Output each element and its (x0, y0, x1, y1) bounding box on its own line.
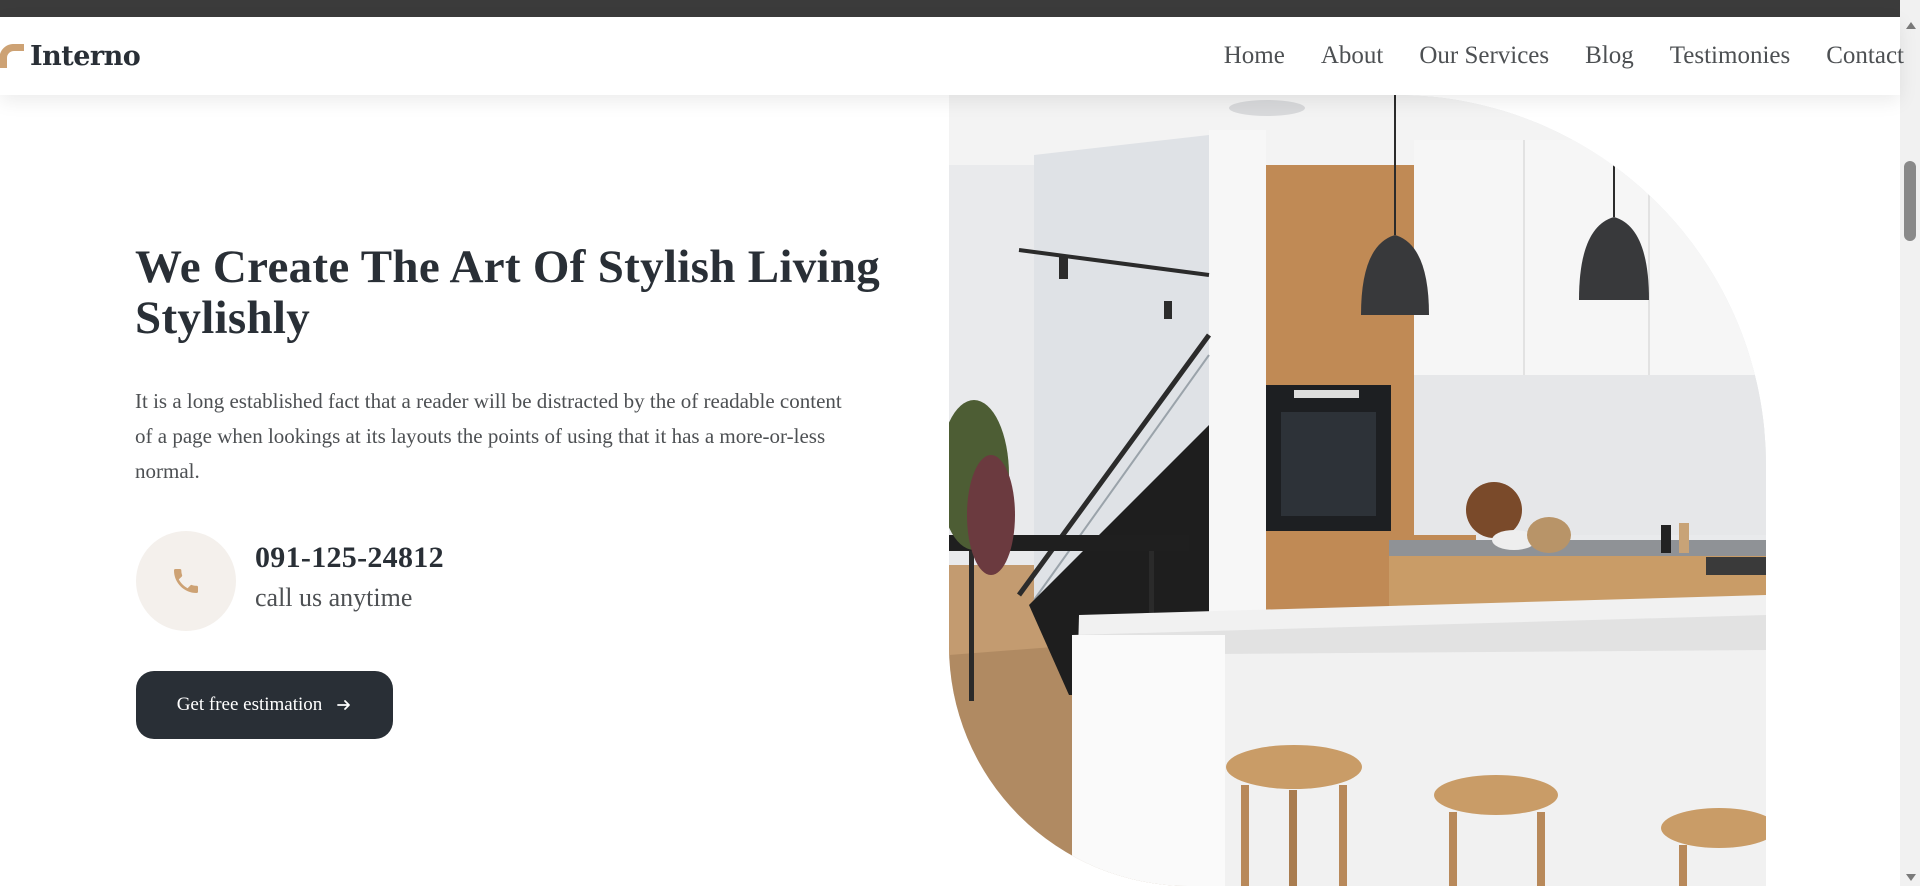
phone-icon (174, 569, 198, 593)
arrow-right-icon (337, 700, 351, 710)
phone-caption: call us anytime (255, 583, 413, 612)
nav-home[interactable]: Home (1224, 42, 1285, 70)
scroll-down-icon[interactable] (1906, 874, 1916, 881)
hero-title: We Create The Art Of Stylish Living Styl… (135, 241, 881, 344)
phone-icon-badge[interactable] (136, 531, 236, 631)
scroll-up-icon[interactable] (1906, 22, 1916, 29)
main-nav: Home About Our Services Blog Testimonies… (1224, 17, 1904, 95)
top-navbar: Interno Home About Our Services Blog Tes… (0, 17, 1904, 95)
hero-description: It is a long established fact that a rea… (135, 389, 842, 483)
nav-testimonies[interactable]: Testimonies (1670, 42, 1790, 70)
nav-about[interactable]: About (1321, 42, 1384, 70)
nav-contact[interactable]: Contact (1826, 42, 1904, 70)
phone-number[interactable]: 091-125-24812 (255, 541, 444, 575)
browser-top-strip (0, 0, 1920, 17)
arch-logo-icon (0, 44, 24, 68)
brand-name: Interno (30, 40, 141, 72)
page-scrollbar[interactable] (1900, 0, 1920, 886)
nav-our-services[interactable]: Our Services (1419, 42, 1549, 70)
scrollbar-thumb[interactable] (1904, 161, 1916, 241)
get-free-estimation-button[interactable]: Get free estimation (136, 671, 393, 739)
nav-blog[interactable]: Blog (1585, 42, 1634, 70)
brand-logo[interactable]: Interno (0, 17, 141, 95)
hero-kitchen-image (949, 95, 1766, 886)
cta-label: Get free estimation (176, 694, 323, 715)
